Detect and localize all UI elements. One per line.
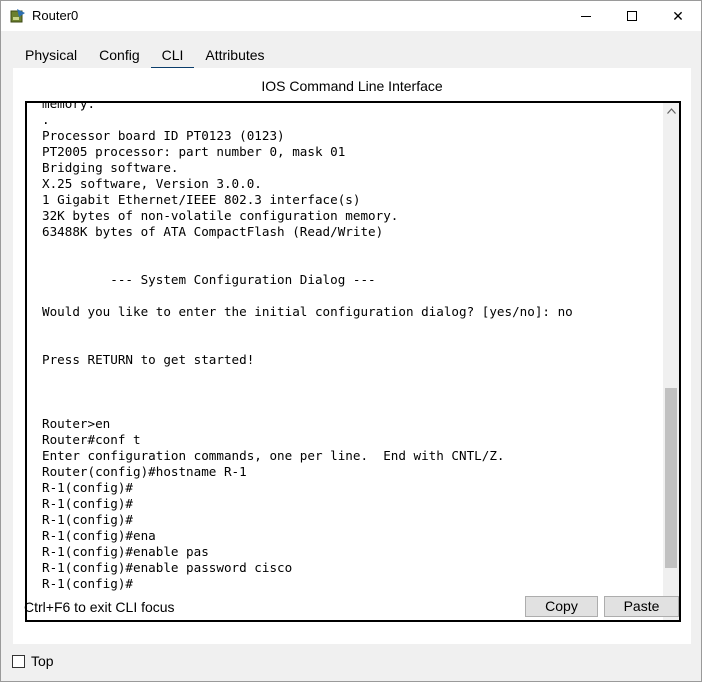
tab-attributes[interactable]: Attributes [194,42,275,68]
terminal-line: R-1(config)# [42,480,133,495]
panel-heading: IOS Command Line Interface [261,78,443,94]
chevron-up-icon[interactable] [663,103,679,119]
terminal-line: R-1(config)# [42,576,133,591]
top-checkbox[interactable] [12,654,25,668]
terminal-line: X.25 software, Version 3.0.0. [42,176,262,191]
top-checkbox-label: Top [31,653,54,669]
terminal-line: . [42,112,50,127]
terminal-line: Would you like to enter the initial conf… [42,304,573,319]
terminal-output[interactable]: memory.. Processor board ID PT0123 (0123)… [42,101,670,592]
terminal-line: PT2005 processor: part number 0, mask 01 [42,144,346,159]
terminal-line: R-1(config)#enable pas [42,544,209,559]
top-checkbox-group[interactable]: Top [12,653,54,669]
terminal-line: 63488K bytes of ATA CompactFlash (Read/W… [42,224,384,239]
minimize-icon [581,15,591,17]
paste-button[interactable]: Paste [604,596,679,617]
terminal-line: Enter configuration commands, one per li… [42,448,505,463]
minimize-button[interactable] [563,1,609,31]
maximize-icon [627,11,637,21]
cli-panel: IOS Command Line Interface memory.. Proce… [13,68,691,644]
tab-bar: Physical Config CLI Attributes [14,42,276,70]
tab-config[interactable]: Config [88,42,150,68]
terminal-line: Bridging software. [42,160,179,175]
terminal-line: Router(config)#hostname R-1 [42,464,247,479]
title-bar[interactable]: Router0 ✕ [1,1,701,31]
maximize-button[interactable] [609,1,655,31]
tab-cli[interactable]: CLI [150,42,195,70]
terminal-line: R-1(config)# [42,496,133,511]
tab-physical[interactable]: Physical [14,42,88,68]
close-icon: ✕ [672,7,684,24]
terminal-line: Router>en [42,416,111,431]
terminal-line: Processor board ID PT0123 (0123) [42,128,285,143]
terminal-line: 1 Gigabit Ethernet/IEEE 802.3 interface(… [42,192,361,207]
close-button[interactable]: ✕ [655,1,701,31]
cli-terminal[interactable]: memory.. Processor board ID PT0123 (0123)… [25,101,681,622]
router-app-icon [10,9,25,23]
window-title: Router0 [32,8,79,23]
terminal-line: Press RETURN to get started! [42,352,255,367]
terminal-line: R-1(config)#ena [42,528,156,543]
terminal-line: Router#conf t [42,432,141,447]
copy-button[interactable]: Copy [525,596,598,617]
terminal-scrollbar[interactable] [663,103,679,620]
scrollbar-thumb[interactable] [665,388,677,568]
router-window: Router0 ✕ Physical Config CLI Attributes… [0,0,702,682]
terminal-line: --- System Configuration Dialog --- [42,272,376,287]
cli-focus-hint: Ctrl+F6 to exit CLI focus [24,599,175,615]
terminal-line: R-1(config)#enable password cisco [42,560,293,575]
terminal-line: 32K bytes of non-volatile configuration … [42,208,399,223]
terminal-line: R-1(config)# [42,512,133,527]
terminal-line: memory. [42,101,96,111]
